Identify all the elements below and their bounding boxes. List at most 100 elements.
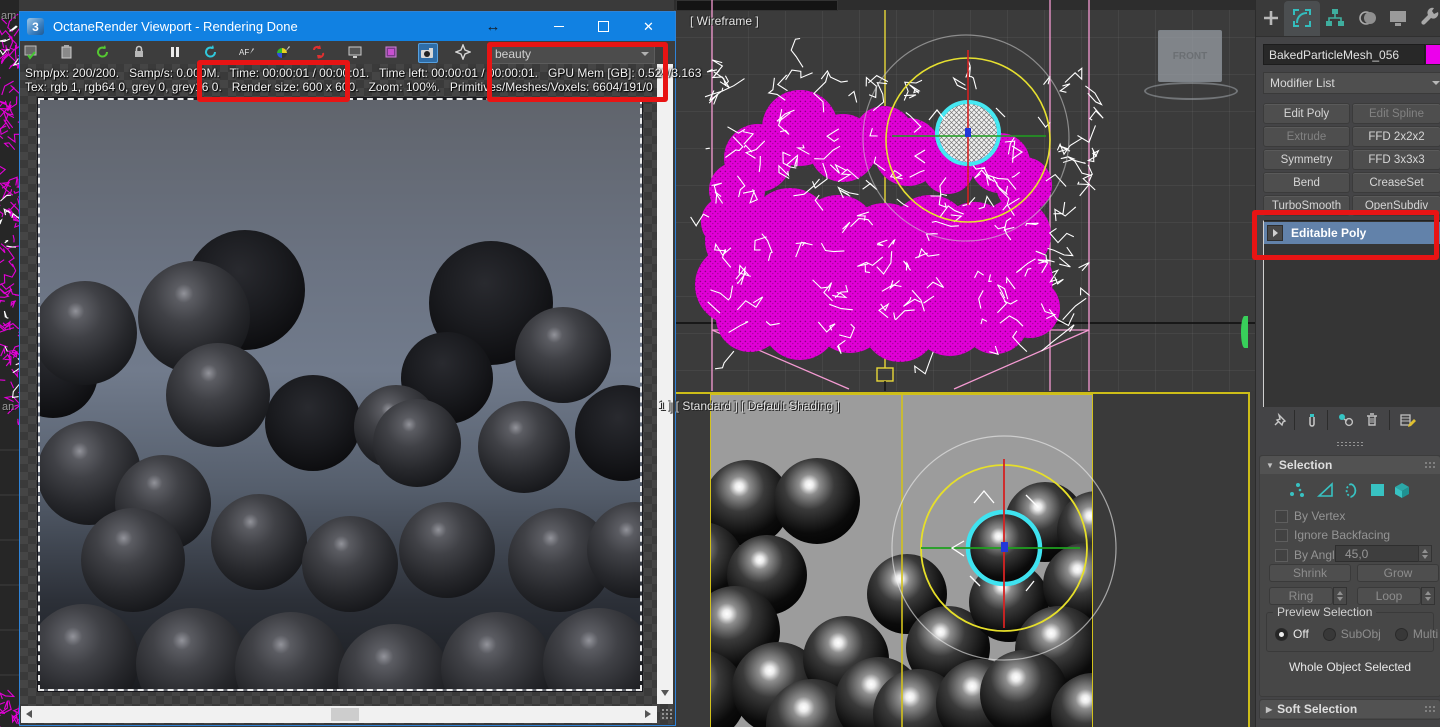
- configure-modifier-sets-icon[interactable]: [1399, 410, 1417, 430]
- subobject-polygon-icon[interactable]: [1367, 480, 1389, 500]
- resize-arrows-icon[interactable]: ↔: [478, 12, 508, 41]
- screen: am an [Wireframe] FRONT 1] [Standard…: [0, 0, 1440, 727]
- rollout-divider-grip[interactable]: [1336, 441, 1364, 447]
- trash-icon[interactable]: [1363, 410, 1381, 430]
- resize-grip[interactable]: [661, 708, 673, 721]
- selection-rollout-header[interactable]: ▼ Selection: [1260, 456, 1440, 474]
- pause-icon[interactable]: [166, 43, 184, 61]
- button-symmetry[interactable]: Symmetry: [1263, 149, 1350, 170]
- shrink-button[interactable]: Shrink: [1269, 564, 1351, 582]
- by-angle-value-field[interactable]: 45,0: [1335, 545, 1423, 562]
- viewport-label-front[interactable]: [ Wireframe ]: [690, 14, 759, 28]
- autofocus-picker-icon[interactable]: AF: [238, 43, 256, 61]
- object-name-field[interactable]: BakedParticleMesh_056: [1263, 44, 1425, 65]
- ring-spinner[interactable]: [1333, 587, 1347, 605]
- selection-rollout: ▼ Selection By Vertex Ignore Backfacing …: [1259, 455, 1440, 697]
- loop-spinner[interactable]: [1421, 587, 1435, 605]
- viewcube-front-face[interactable]: FRONT: [1158, 30, 1222, 82]
- checkbox-icon[interactable]: [1275, 528, 1288, 542]
- lock-icon[interactable]: [130, 43, 148, 61]
- chevron-down-icon: [1432, 81, 1440, 85]
- sphere: [40, 604, 139, 689]
- tab-create[interactable]: [1260, 7, 1282, 29]
- viewcube-ring[interactable]: [1144, 82, 1238, 100]
- viewcube[interactable]: FRONT: [1140, 26, 1240, 100]
- button-ffd-3x3x3[interactable]: FFD 3x3x3: [1352, 149, 1440, 170]
- by-angle-spinner[interactable]: [1418, 545, 1432, 562]
- window-title-bar[interactable]: 3 OctaneRender Viewport - Rendering Done…: [20, 12, 675, 41]
- viewport-label-fragment-bottom: an: [2, 401, 15, 413]
- stack-toolbar: [1263, 408, 1440, 434]
- grow-button[interactable]: Grow: [1357, 564, 1439, 582]
- tab-utilities[interactable]: [1419, 7, 1440, 29]
- radio-off[interactable]: [1275, 627, 1288, 641]
- subobject-edge-icon[interactable]: [1315, 480, 1337, 500]
- show-end-result-icon[interactable]: [1303, 410, 1321, 430]
- close-button[interactable]: ✕: [626, 12, 671, 41]
- active-viewport-border: [1248, 392, 1250, 727]
- sphere: [302, 516, 398, 612]
- radio-multi[interactable]: [1394, 627, 1408, 641]
- scroll-right-icon: [645, 710, 651, 718]
- soft-selection-header[interactable]: ▶ Soft Selection: [1260, 700, 1440, 718]
- ignore-backfacing-checkbox-row[interactable]: Ignore Backfacing: [1275, 528, 1390, 542]
- sphere: [136, 608, 248, 689]
- subobject-border-icon[interactable]: [1343, 480, 1365, 500]
- viewport-screen-icon[interactable]: [346, 43, 364, 61]
- button-bend[interactable]: Bend: [1263, 172, 1350, 193]
- subobject-vertex-icon[interactable]: [1286, 480, 1308, 500]
- button-extrude[interactable]: Extrude: [1263, 126, 1350, 147]
- button-edit-poly[interactable]: Edit Poly: [1263, 103, 1350, 124]
- tab-motion[interactable]: [1357, 7, 1379, 29]
- octane-render-window: 3 OctaneRender Viewport - Rendering Done…: [19, 11, 701, 726]
- subobject-element-icon[interactable]: [1391, 480, 1413, 500]
- tab-display[interactable]: [1387, 7, 1409, 29]
- sphere: [543, 608, 640, 689]
- white-balance-picker-icon[interactable]: [274, 43, 292, 61]
- viewport-label-fragment-top: am: [1, 10, 17, 22]
- sphere: [575, 385, 640, 481]
- radio-subobj[interactable]: [1322, 627, 1336, 641]
- viewport-label-camera[interactable]: 1 ] [ Standard ] [ Default Shading ]: [659, 399, 840, 413]
- horizontal-scrollbar[interactable]: [21, 706, 657, 723]
- drag-grip-icon: [1424, 461, 1436, 469]
- render-client-area: Smp/px: 200/200. Samp/s: 0.000M. Time: 0…: [20, 64, 701, 724]
- make-unique-icon[interactable]: [1337, 410, 1355, 430]
- maximize-button[interactable]: [581, 12, 626, 41]
- sphere: [40, 281, 137, 385]
- by-vertex-checkbox-row[interactable]: By Vertex: [1275, 509, 1345, 523]
- refresh-icon[interactable]: [94, 43, 112, 61]
- 3dsmax-app-icon: 3: [27, 18, 44, 35]
- button-ffd-2x2x2[interactable]: FFD 2x2x2: [1352, 126, 1440, 147]
- rollout-title: Soft Selection: [1277, 702, 1358, 716]
- loop-button[interactable]: Loop: [1357, 587, 1421, 605]
- restart-render-icon[interactable]: [202, 43, 220, 61]
- rollout-title: Selection: [1278, 458, 1333, 472]
- object-color-swatch[interactable]: [1425, 44, 1440, 65]
- button-creaseset[interactable]: CreaseSet: [1352, 172, 1440, 193]
- minimize-button[interactable]: [536, 12, 581, 41]
- render-region-icon[interactable]: [310, 43, 328, 61]
- camera-viewport[interactable]: [674, 391, 1255, 727]
- by-vertex-label: By Vertex: [1294, 509, 1346, 523]
- drag-grip-icon: [1424, 705, 1436, 713]
- checkbox-icon[interactable]: [1275, 509, 1288, 523]
- button-edit-spline[interactable]: Edit Spline: [1352, 103, 1440, 124]
- front-wireframe-viewport[interactable]: [ Wireframe ] FRONT: [674, 0, 1255, 391]
- copy-clipboard-icon[interactable]: [58, 43, 76, 61]
- checkbox-icon[interactable]: [1275, 548, 1288, 562]
- tab-hierarchy[interactable]: [1324, 7, 1346, 29]
- save-image-icon[interactable]: [22, 43, 40, 61]
- scrollbar-thumb[interactable]: [331, 708, 359, 721]
- render-camera-icon[interactable]: [418, 43, 438, 63]
- pin-stack-icon[interactable]: [1271, 410, 1289, 430]
- kernel-star-icon[interactable]: [454, 43, 472, 61]
- rendered-image[interactable]: [38, 98, 642, 691]
- vertical-scrollbar[interactable]: [657, 64, 673, 704]
- ring-button[interactable]: Ring: [1269, 587, 1333, 605]
- selection-status-text: Whole Object Selected: [1288, 660, 1412, 674]
- pick-material-icon[interactable]: [382, 43, 400, 61]
- tab-modify[interactable]: [1291, 7, 1313, 29]
- sphere: [969, 514, 1041, 586]
- modifier-list-dropdown[interactable]: Modifier List: [1263, 72, 1440, 94]
